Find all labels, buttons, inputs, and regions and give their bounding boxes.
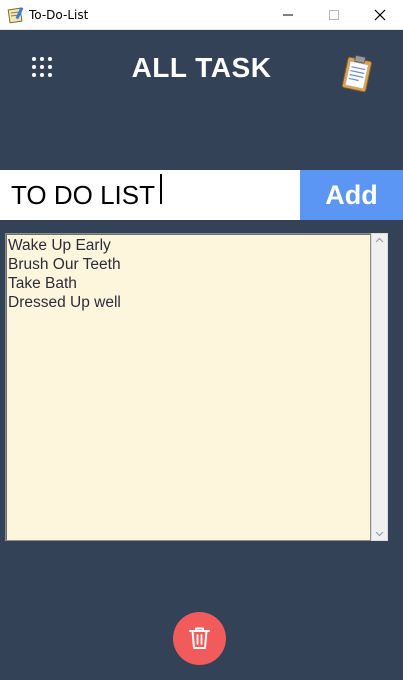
list-item[interactable]: Brush Our Teeth (6, 255, 121, 274)
list-scrollbar[interactable] (371, 233, 388, 541)
maximize-icon (329, 10, 339, 20)
list-item[interactable]: Dressed Up well (6, 293, 121, 312)
minimize-icon (283, 14, 293, 16)
task-input[interactable] (0, 170, 300, 220)
delete-button[interactable] (173, 612, 226, 665)
list-item[interactable]: Wake Up Early (6, 236, 121, 255)
close-button[interactable] (357, 0, 403, 30)
maximize-button[interactable] (311, 0, 357, 30)
window-title: To-Do-List (29, 8, 89, 22)
clipboard-icon (341, 55, 372, 93)
notepad-icon (7, 7, 24, 24)
app-body: ALL TASK Add Wake Up Early Brush Our Tee… (0, 30, 403, 680)
list-item[interactable]: Take Bath (6, 274, 121, 293)
minimize-button[interactable] (265, 0, 311, 30)
trash-icon (189, 627, 210, 649)
scroll-down-arrow-icon[interactable] (375, 531, 384, 537)
scroll-up-arrow-icon[interactable] (375, 237, 384, 243)
add-button[interactable]: Add (300, 170, 403, 220)
close-icon (374, 9, 386, 21)
text-caret (160, 174, 162, 204)
task-list[interactable]: Wake Up Early Brush Our Teeth Take Bath … (5, 233, 371, 541)
window-title-bar: To-Do-List (0, 0, 403, 30)
